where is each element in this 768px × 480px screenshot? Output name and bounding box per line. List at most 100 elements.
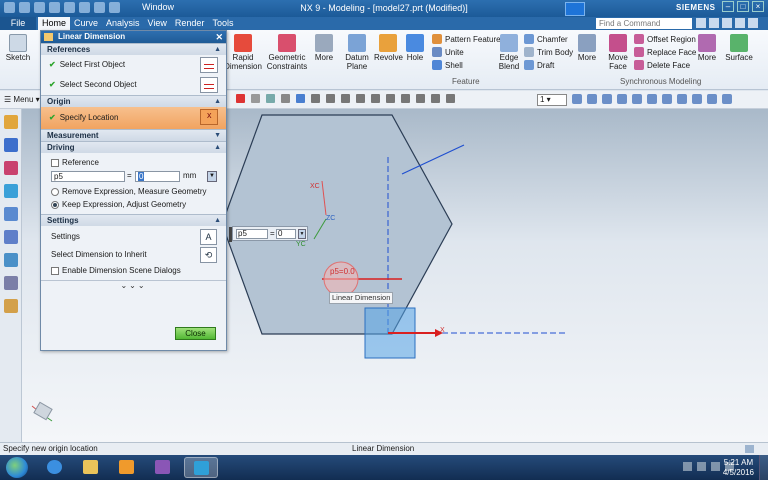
view-cube-icon[interactable] bbox=[662, 94, 672, 104]
snap-on-face-icon[interactable] bbox=[356, 94, 365, 103]
snap-intersection-icon[interactable] bbox=[281, 94, 290, 103]
snap-mesh-icon[interactable] bbox=[446, 94, 455, 103]
origin-tool-icon[interactable] bbox=[200, 109, 218, 125]
tab-tools[interactable]: Tools bbox=[208, 17, 237, 30]
show-desktop-button[interactable] bbox=[759, 455, 768, 480]
tab-view[interactable]: View bbox=[144, 17, 171, 30]
section-origin[interactable]: Origin ▲ bbox=[41, 95, 226, 107]
system-materials-icon[interactable] bbox=[3, 276, 18, 290]
tray-arrow-icon[interactable] bbox=[683, 462, 692, 471]
clip-icon[interactable] bbox=[692, 94, 702, 104]
orient-icon[interactable] bbox=[632, 94, 642, 104]
render-style-icon[interactable] bbox=[647, 94, 657, 104]
dialog-title-bar[interactable]: Linear Dimension ✕ bbox=[41, 31, 226, 43]
delete-face-button[interactable]: Delete Face bbox=[634, 60, 690, 70]
tray-network-icon[interactable] bbox=[711, 462, 720, 471]
sketch-button[interactable]: Sketch bbox=[4, 34, 32, 62]
osi-name-field[interactable]: p5 bbox=[236, 229, 268, 239]
datum-plane-button[interactable]: Datum Plane bbox=[342, 34, 372, 71]
select-object-icon[interactable] bbox=[200, 57, 218, 73]
reference-checkbox[interactable] bbox=[51, 158, 59, 167]
unite-button[interactable]: Unite bbox=[432, 47, 464, 57]
draft-button[interactable]: Draft bbox=[524, 60, 554, 70]
constraint-navigator-icon[interactable] bbox=[3, 161, 18, 175]
snap-center-icon[interactable] bbox=[296, 94, 305, 103]
snap-quadrant-icon[interactable] bbox=[311, 94, 320, 103]
taskbar-ie[interactable] bbox=[38, 457, 72, 478]
snap-point-icon[interactable] bbox=[326, 94, 335, 103]
web-browser-icon[interactable] bbox=[3, 230, 18, 244]
more-feature-button[interactable]: More bbox=[576, 34, 598, 62]
hole-button[interactable]: Hole bbox=[404, 34, 426, 62]
offset-region-button[interactable]: Offset Region bbox=[634, 34, 696, 44]
ribbon-options-icon[interactable] bbox=[709, 18, 719, 28]
surface-button[interactable]: Surface bbox=[724, 34, 754, 62]
snap-bounded-icon[interactable] bbox=[416, 94, 425, 103]
rotate-icon[interactable] bbox=[602, 94, 612, 104]
section-settings[interactable]: Settings ▲ bbox=[41, 214, 226, 226]
snap-pole-icon[interactable] bbox=[431, 94, 440, 103]
close-icon[interactable]: ✕ bbox=[215, 31, 223, 43]
taskbar-media[interactable] bbox=[110, 457, 144, 478]
chevron-down-icon[interactable]: ▼ bbox=[298, 229, 306, 239]
rapid-dimension-button[interactable]: Rapid Dimension bbox=[224, 34, 262, 71]
chamfer-button[interactable]: Chamfer bbox=[524, 34, 568, 44]
close-icon[interactable]: × bbox=[752, 1, 764, 12]
part-navigator-icon[interactable] bbox=[3, 115, 18, 129]
pan-icon[interactable] bbox=[617, 94, 627, 104]
edit-section-icon[interactable] bbox=[677, 94, 687, 104]
more-sketch-button[interactable]: More bbox=[312, 34, 336, 62]
roles-icon[interactable] bbox=[3, 299, 18, 313]
taskbar-explorer[interactable] bbox=[74, 457, 108, 478]
section-references[interactable]: References ▲ bbox=[41, 43, 226, 55]
status-icon[interactable] bbox=[745, 445, 754, 453]
reuse-library-icon[interactable] bbox=[3, 184, 18, 198]
taskbar-nx[interactable] bbox=[184, 457, 218, 478]
start-button[interactable] bbox=[6, 457, 28, 478]
fit-icon[interactable] bbox=[572, 94, 582, 104]
maximize-icon[interactable]: □ bbox=[737, 1, 749, 12]
edge-blend-button[interactable]: Edge Blend bbox=[496, 34, 522, 71]
hd3d-tools-icon[interactable] bbox=[3, 207, 18, 221]
pattern-feature-button[interactable]: Pattern Feature bbox=[432, 34, 501, 44]
snap-control-icon[interactable] bbox=[266, 94, 275, 103]
keep-expression-option[interactable]: Keep Expression, Adjust Geometry bbox=[41, 198, 226, 211]
search-icon[interactable] bbox=[696, 18, 706, 28]
layer-combo[interactable]: 1 ▾ bbox=[537, 94, 567, 106]
osi-value-field[interactable]: 0 bbox=[276, 229, 296, 239]
move-face-button[interactable]: Move Face bbox=[606, 34, 630, 71]
section-driving[interactable]: Driving ▲ bbox=[41, 141, 226, 153]
assembly-navigator-icon[interactable] bbox=[3, 138, 18, 152]
reference-checkbox-row[interactable]: Reference bbox=[41, 156, 226, 169]
snap-on-curve-icon[interactable] bbox=[341, 94, 350, 103]
tab-curve[interactable]: Curve bbox=[70, 17, 102, 30]
tab-analysis[interactable]: Analysis bbox=[102, 17, 144, 30]
find-command-input[interactable]: Find a Command bbox=[596, 18, 692, 29]
shell-button[interactable]: Shell bbox=[432, 60, 463, 70]
snap-midpoint-icon[interactable] bbox=[251, 94, 260, 103]
expression-name-field[interactable]: p5 bbox=[51, 171, 125, 182]
specify-location-row[interactable]: ✔ Specify Location bbox=[41, 107, 226, 129]
tab-home[interactable]: Home bbox=[38, 17, 71, 30]
select-object-icon[interactable] bbox=[200, 77, 218, 93]
clock[interactable]: 5:21 AM 4/5/2016 bbox=[723, 458, 754, 478]
inherit-dimension-icon[interactable]: ⟲ bbox=[200, 247, 217, 263]
zoom-icon[interactable] bbox=[587, 94, 597, 104]
enable-scene-dialogs-row[interactable]: Enable Dimension Scene Dialogs bbox=[41, 264, 226, 277]
minimize-icon[interactable]: – bbox=[722, 1, 734, 12]
select-first-object-row[interactable]: ✔ Select First Object bbox=[41, 55, 226, 75]
close-button[interactable]: Close bbox=[175, 327, 216, 340]
more-options-chevrons[interactable]: ⌄⌄⌄ bbox=[41, 280, 226, 290]
tab-render[interactable]: Render bbox=[171, 17, 209, 30]
snap-arc-center-icon[interactable] bbox=[371, 94, 380, 103]
radio-remove-expression[interactable] bbox=[51, 187, 59, 196]
help-icon[interactable] bbox=[722, 18, 732, 28]
settings-style-icon[interactable]: A bbox=[200, 229, 217, 245]
trim-body-button[interactable]: Trim Body bbox=[524, 47, 573, 57]
show-hide-icon[interactable] bbox=[722, 94, 732, 104]
osi-grip-handle[interactable] bbox=[229, 227, 232, 242]
layer-settings-icon[interactable] bbox=[707, 94, 717, 104]
enable-scene-dialogs-checkbox[interactable] bbox=[51, 266, 59, 275]
file-menu[interactable]: File bbox=[0, 17, 36, 30]
chevron-down-icon[interactable]: ▼ bbox=[207, 171, 217, 182]
